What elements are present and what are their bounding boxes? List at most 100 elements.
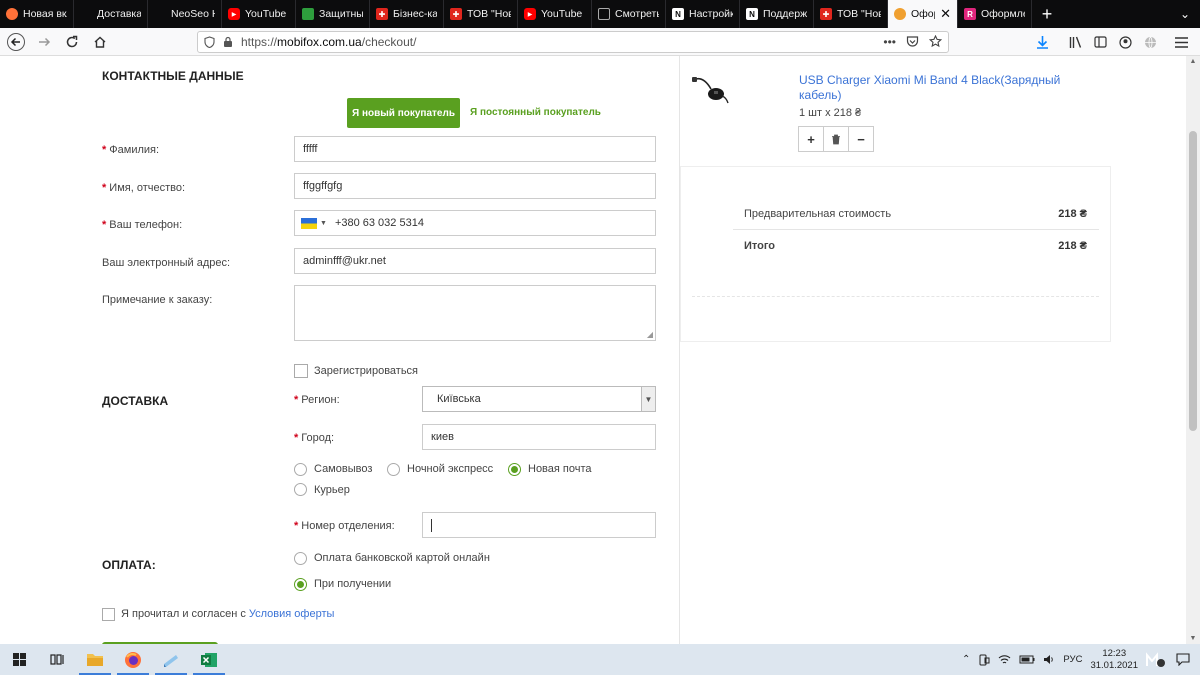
shield-icon xyxy=(204,36,215,48)
home-icon xyxy=(94,36,106,48)
forward-button[interactable] xyxy=(30,28,58,56)
notification-app-icon[interactable] xyxy=(1146,651,1168,668)
browser-tab[interactable]: N Поддержка xyxy=(740,0,814,28)
product-qty: 1 шт х 218 ₴ xyxy=(799,107,862,119)
scroll-up-icon[interactable]: ▲ xyxy=(1186,58,1200,65)
browser-tab[interactable]: Доставка xyxy=(74,0,148,28)
page-actions-icon[interactable]: ••• xyxy=(883,35,896,49)
radio-card-online[interactable] xyxy=(294,552,307,565)
chevron-down-icon[interactable]: ▼ xyxy=(641,387,655,411)
task-view-button[interactable] xyxy=(38,644,76,675)
account-button[interactable] xyxy=(1113,28,1138,56)
radio-pickup[interactable] xyxy=(294,463,307,476)
remove-item-button[interactable] xyxy=(823,126,849,152)
browser-tab-title: Защитные xyxy=(319,8,363,20)
terms-link[interactable]: Условия оферты xyxy=(249,608,335,620)
browser-tab[interactable]: Новая вкладка xyxy=(0,0,74,28)
wifi-icon[interactable] xyxy=(998,654,1011,665)
extension-button[interactable] xyxy=(1138,28,1163,56)
shield-grid-icon xyxy=(302,8,314,20)
browser-tab[interactable]: ▶ YouTube xyxy=(518,0,592,28)
pocket-icon[interactable] xyxy=(906,35,919,48)
red-cross-icon: ✚ xyxy=(450,8,462,20)
new-tab-button[interactable]: + xyxy=(1032,0,1062,28)
home-button[interactable] xyxy=(86,28,114,56)
battery-icon[interactable] xyxy=(1019,655,1035,664)
taskbar-file-explorer[interactable] xyxy=(76,644,114,675)
taskbar-excel[interactable] xyxy=(190,644,228,675)
browser-tab[interactable]: ▶ YouTube xyxy=(222,0,296,28)
action-center-icon[interactable] xyxy=(1176,653,1190,666)
bookmark-star-icon[interactable] xyxy=(929,35,942,48)
ukraine-flag-icon[interactable] xyxy=(301,217,317,229)
start-button[interactable] xyxy=(0,644,38,675)
option-nova-poshta-label: Новая почта xyxy=(528,463,592,475)
browser-tab[interactable]: N Настройки xyxy=(666,0,740,28)
tray-clock[interactable]: 12:23 31.01.2021 xyxy=(1090,648,1138,672)
phone-field[interactable]: ▼ +380 63 032 5314 xyxy=(294,210,656,236)
taskbar-notepad[interactable] xyxy=(152,644,190,675)
city-field[interactable]: киев xyxy=(422,424,656,450)
account-icon xyxy=(1119,35,1132,49)
input-language[interactable]: РУС xyxy=(1063,654,1082,665)
tab-list-chevron-icon[interactable]: ⌄ xyxy=(1170,0,1200,28)
library-button[interactable] xyxy=(1063,28,1088,56)
reload-button[interactable] xyxy=(58,28,86,56)
taskbar-firefox[interactable] xyxy=(114,644,152,675)
column-divider xyxy=(679,56,680,644)
red-cross-icon: ✚ xyxy=(376,8,388,20)
surname-field[interactable]: fffff xyxy=(294,136,656,162)
downloads-button[interactable] xyxy=(1030,28,1055,56)
browser-tab[interactable]: NeoSeo Новая xyxy=(148,0,222,28)
phone-link-icon[interactable] xyxy=(978,654,990,666)
flag-dropdown-icon[interactable]: ▼ xyxy=(320,220,327,227)
register-checkbox[interactable] xyxy=(294,364,308,378)
region-select[interactable]: Київська ▼ xyxy=(422,386,656,412)
ns-icon: N xyxy=(672,8,684,20)
cart-summary-box xyxy=(680,166,1111,342)
scroll-down-icon[interactable]: ▼ xyxy=(1186,635,1200,642)
browser-tab[interactable]: ✚ ТОВ "Нова xyxy=(444,0,518,28)
note-textarea[interactable]: ◢ xyxy=(294,285,656,341)
new-customer-button[interactable]: Я новый покупатель xyxy=(347,98,460,128)
email-field[interactable]: adminfff@ukr.net xyxy=(294,248,656,274)
name-field[interactable]: ffggffgfg xyxy=(294,173,656,199)
region-value: Київська xyxy=(437,393,481,405)
volume-icon[interactable] xyxy=(1043,654,1055,665)
branch-label: * Номер отделения: xyxy=(294,520,395,532)
branch-field[interactable] xyxy=(422,512,656,538)
browser-tab-title: YouTube xyxy=(245,8,287,20)
agree-checkbox[interactable] xyxy=(102,608,115,621)
radio-on-delivery[interactable] xyxy=(294,578,307,591)
browser-tab-title: ТОВ "Нова xyxy=(467,8,511,20)
browser-tab[interactable]: ✚ Бізнес-ка xyxy=(370,0,444,28)
product-image[interactable] xyxy=(690,74,730,106)
back-button[interactable] xyxy=(2,28,30,56)
tray-chevron-up-icon[interactable]: ⌃ xyxy=(962,654,970,665)
decrease-qty-button[interactable]: − xyxy=(848,126,874,152)
browser-tab[interactable]: ✚ ТОВ "Нова xyxy=(814,0,888,28)
browser-tab[interactable]: Защитные xyxy=(296,0,370,28)
menu-button[interactable] xyxy=(1169,28,1194,56)
browser-tab[interactable]: Оформ ✕ xyxy=(888,0,958,28)
radio-night-express[interactable] xyxy=(387,463,400,476)
browser-tab[interactable]: R Оформле xyxy=(958,0,1032,28)
increase-qty-button[interactable]: + xyxy=(798,126,824,152)
subtotal-label: Предварительная стоимость xyxy=(744,208,892,220)
product-name-link[interactable]: USB Charger Xiaomi Mi Band 4 Black(Заряд… xyxy=(799,73,1099,103)
returning-customer-link[interactable]: Я постоянный покупатель xyxy=(470,107,601,118)
browser-tab-title: Бізнес-ка xyxy=(393,8,437,20)
sidebar-button[interactable] xyxy=(1088,28,1113,56)
hamburger-menu-icon xyxy=(1175,36,1188,48)
resize-handle-icon[interactable]: ◢ xyxy=(647,330,653,339)
address-bar[interactable]: https://mobifox.com.ua/checkout/ ••• xyxy=(197,31,949,53)
browser-tab[interactable]: Смотреть xyxy=(592,0,666,28)
checkout-page: КОНТАКТНЫЕ ДАННЫЕ Я новый покупатель Я п… xyxy=(0,56,1186,644)
close-tab-icon[interactable]: ✕ xyxy=(940,6,951,22)
radio-nova-poshta[interactable] xyxy=(508,463,521,476)
scrollbar-thumb[interactable] xyxy=(1189,131,1197,431)
page-scrollbar[interactable]: ▲ ▼ xyxy=(1186,56,1200,644)
radio-courier[interactable] xyxy=(294,483,307,496)
firefox-icon xyxy=(6,8,18,20)
system-tray: ⌃ РУС 12:23 31.01.2021 xyxy=(962,644,1200,675)
